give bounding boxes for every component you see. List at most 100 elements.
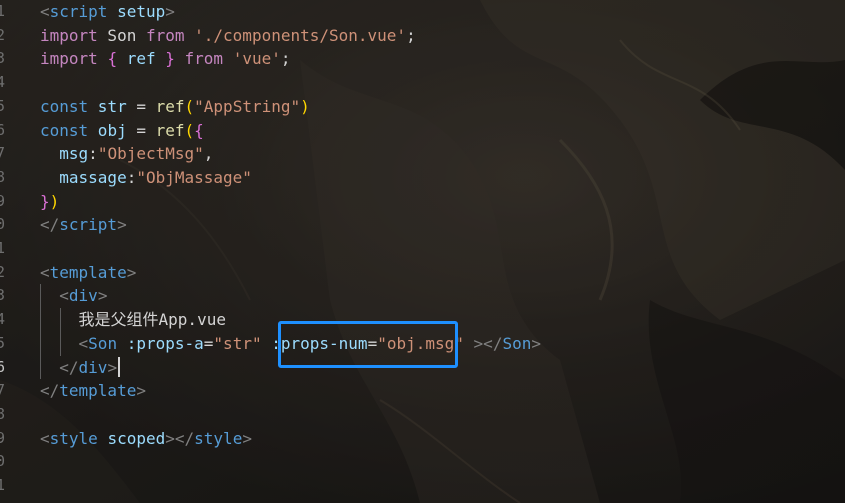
code-token: obj — [88, 120, 127, 140]
code-token: Son — [97, 25, 146, 45]
code-token: > — [126, 262, 137, 282]
code-line[interactable]: 3 import { ref } from 'vue'; — [0, 47, 845, 71]
code-token: massage — [59, 167, 127, 187]
code-token: { — [107, 49, 118, 69]
line-number: 7 — [0, 381, 6, 400]
code-token: = — [126, 120, 156, 140]
code-text: <script setup> — [40, 0, 175, 24]
code-token: < — [40, 262, 50, 282]
code-token: Son — [502, 333, 532, 353]
code-line[interactable]: 0 </script> — [0, 213, 845, 237]
code-line[interactable]: 8 massage:"ObjMassage" — [0, 166, 845, 190]
code-line[interactable]: 1 — [0, 237, 845, 261]
code-token: Son — [88, 333, 118, 353]
line-number: 1 — [0, 2, 6, 20]
code-text: 我是父组件App.vue — [40, 308, 226, 332]
line-number: 2 — [0, 25, 6, 44]
code-text: msg:"ObjectMsg", — [40, 142, 213, 166]
code-token: "AppString" — [194, 96, 301, 116]
code-line[interactable]: 2 <template> — [0, 261, 845, 285]
code-token: > — [97, 286, 108, 306]
text-cursor — [118, 357, 120, 377]
code-token: style — [194, 428, 243, 448]
line-number: 0 — [0, 452, 6, 471]
code-token: div — [68, 286, 98, 306]
code-line[interactable]: 1 — [0, 474, 845, 498]
code-editor[interactable]: 1 <script setup> 2 import Son from './compo… — [0, 0, 845, 503]
line-number: 8 — [0, 167, 6, 186]
code-token: > — [242, 428, 252, 448]
code-token: setup — [117, 2, 166, 21]
code-line[interactable]: 1 <script setup> — [0, 0, 845, 24]
code-token: './components/Son.vue' — [194, 25, 407, 45]
code-text: }) — [40, 190, 59, 214]
code-token: style — [49, 428, 98, 448]
code-token: 'vue' — [232, 49, 281, 69]
line-number: 8 — [0, 404, 6, 423]
code-token: import — [40, 25, 98, 45]
code-token: ; — [406, 25, 416, 45]
code-text: const str = ref("AppString") — [40, 95, 310, 119]
code-line[interactable]: 7 msg:"ObjectMsg", — [0, 142, 845, 166]
code-token: "ObjMassage" — [136, 167, 252, 187]
code-token: > — [136, 381, 146, 401]
line-number: 9 — [0, 191, 6, 210]
code-token: from — [145, 25, 185, 45]
code-line[interactable]: 4 — [0, 71, 845, 95]
code-token: </ — [59, 357, 79, 377]
code-token: template — [49, 262, 127, 282]
code-line[interactable]: 8 — [0, 403, 845, 427]
code-token: } — [165, 49, 175, 69]
code-line[interactable]: 9 <style scoped></style> — [0, 427, 845, 451]
code-token: } — [40, 191, 50, 211]
code-text: import Son from './components/Son.vue'; — [40, 24, 416, 48]
code-token: > — [165, 2, 175, 21]
code-text: </script> — [40, 213, 127, 237]
code-token: 我是父组件App.vue — [40, 310, 226, 330]
code-token: "str" — [213, 333, 262, 353]
code-token: ref — [155, 96, 185, 116]
line-number: 1 — [0, 476, 6, 494]
code-token: ></ — [165, 428, 195, 448]
code-line[interactable]: 0 — [0, 450, 845, 474]
code-line[interactable]: 5 const str = ref("AppString") — [0, 95, 845, 119]
code-line[interactable]: 6 const obj = ref({ — [0, 119, 845, 143]
line-number: 7 — [0, 144, 6, 163]
line-number: 0 — [0, 215, 6, 234]
code-token: > — [117, 215, 127, 235]
line-number: 2 — [0, 262, 6, 281]
line-number: 4 — [0, 310, 6, 329]
code-token: ref — [155, 120, 185, 140]
code-text: massage:"ObjMassage" — [40, 166, 252, 190]
code-token: < — [59, 286, 69, 306]
code-token: const — [40, 120, 89, 140]
code-token: script — [49, 2, 108, 21]
code-token: from — [184, 49, 224, 69]
line-number: 9 — [0, 428, 6, 447]
code-token: < — [78, 333, 89, 353]
code-line[interactable]: 2 import Son from './components/Son.vue'; — [0, 24, 845, 48]
code-token: ; — [280, 49, 291, 69]
line-number: 6 — [0, 120, 6, 139]
code-line[interactable]: 9}) — [0, 190, 845, 214]
line-number: 5 — [0, 333, 6, 352]
code-token: scoped — [107, 428, 166, 448]
code-token: :props-a — [126, 333, 204, 353]
code-line[interactable]: 3 <div> — [0, 284, 845, 308]
code-token: import — [40, 49, 98, 69]
code-text: <div> — [40, 284, 107, 308]
code-token: < — [40, 2, 50, 21]
code-line[interactable]: 7 </template> — [0, 379, 845, 403]
code-text: </div> — [40, 356, 117, 380]
